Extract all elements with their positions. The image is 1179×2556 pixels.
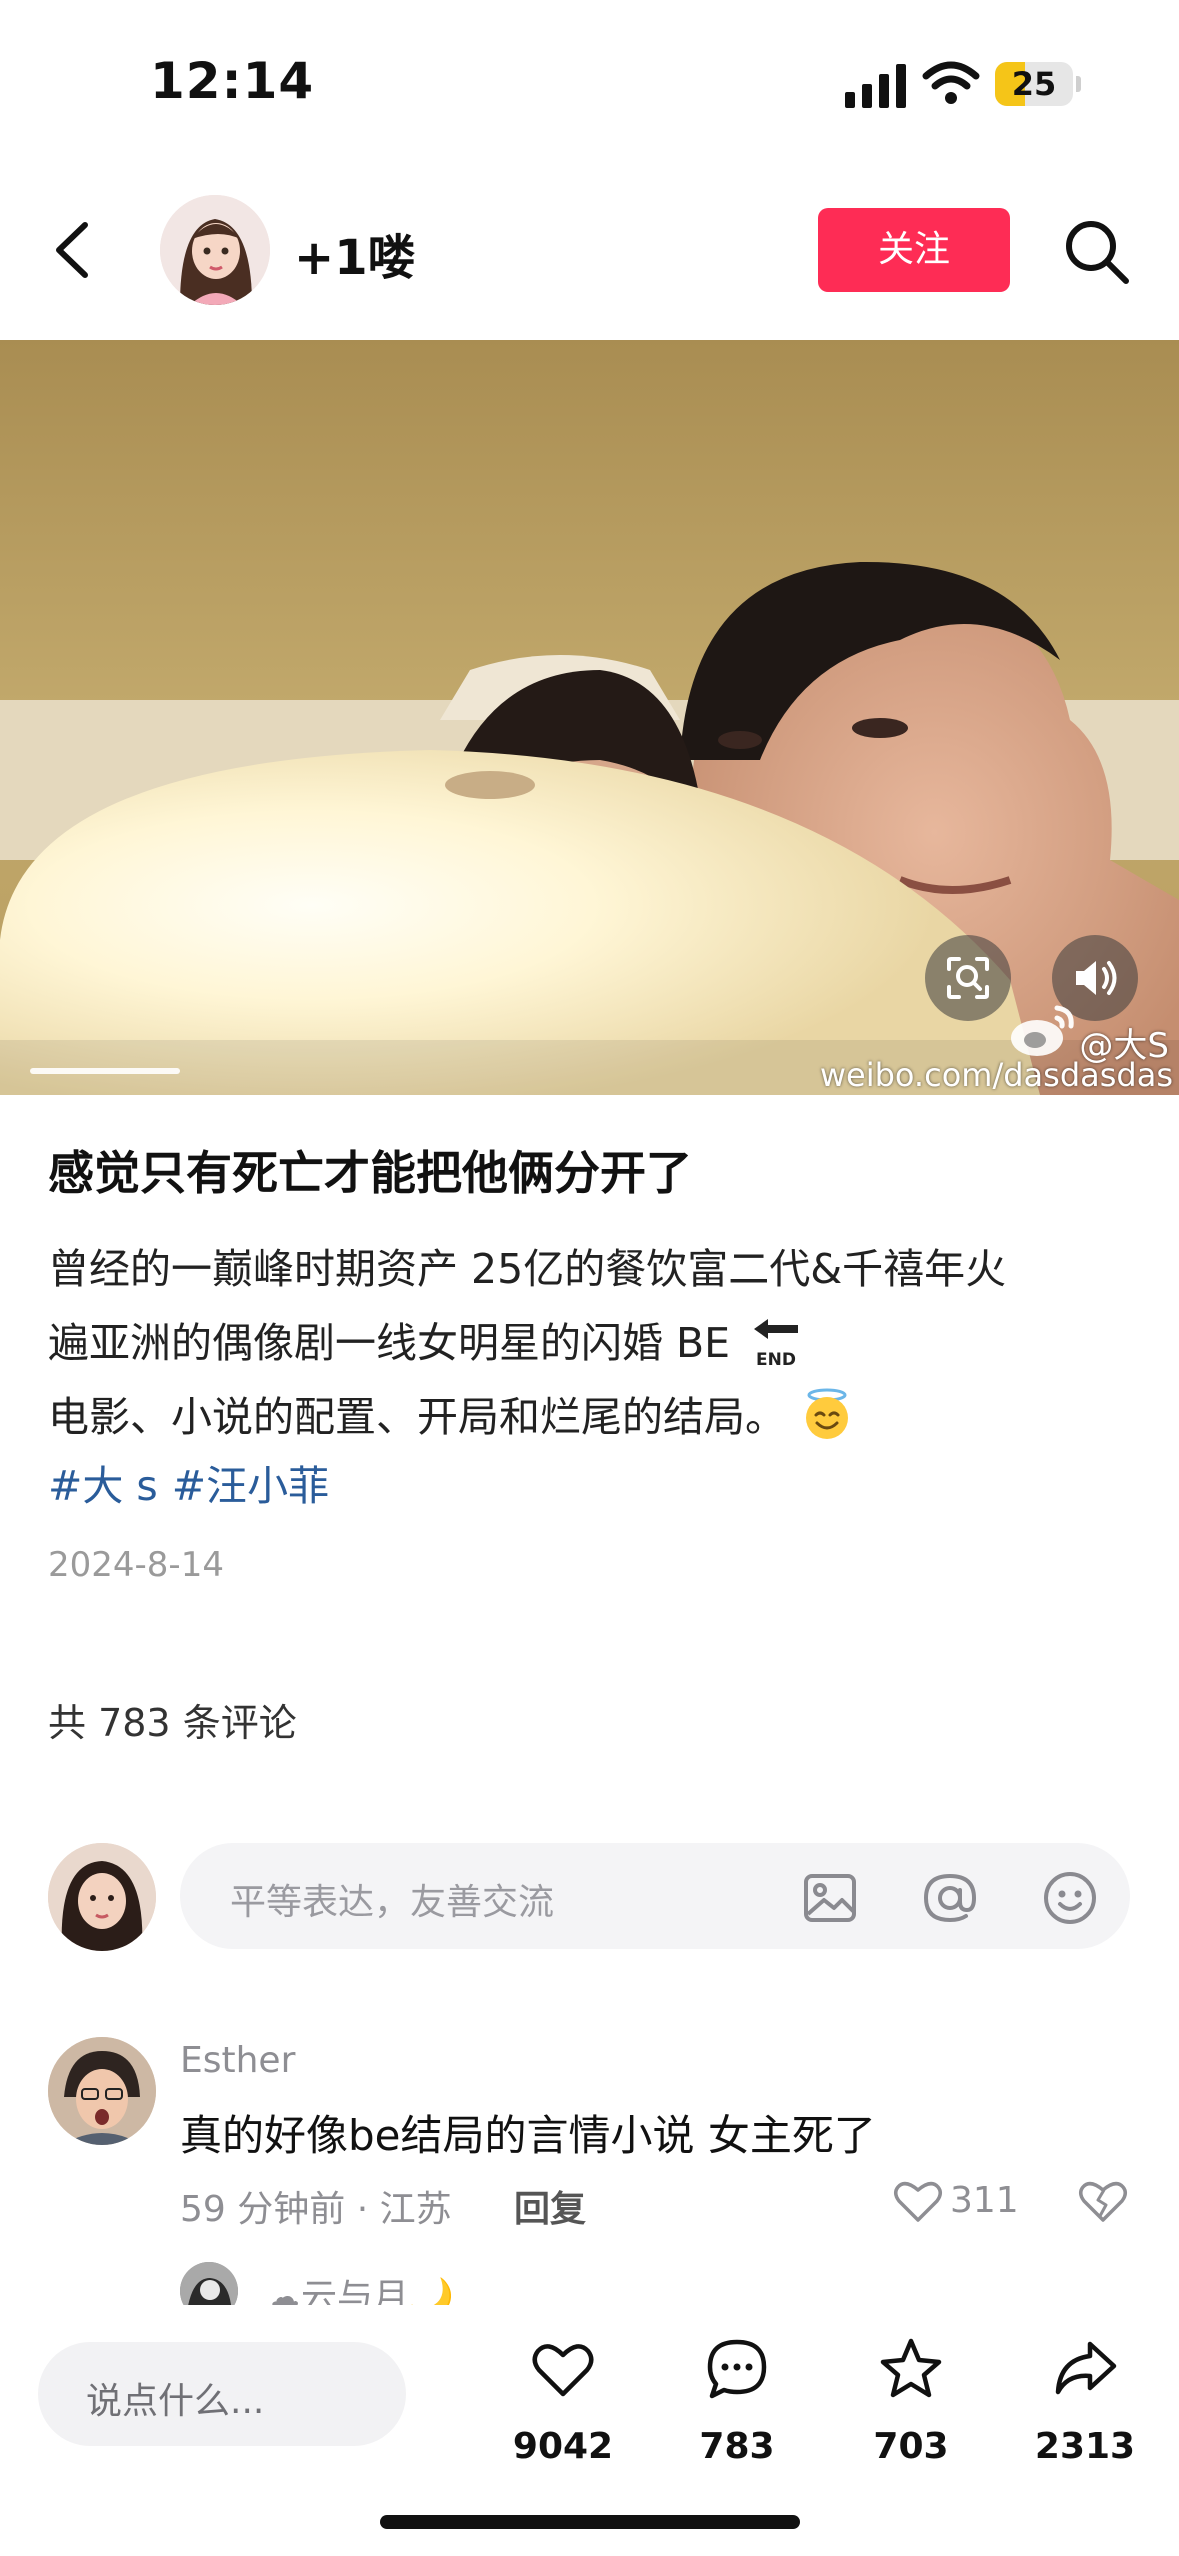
- lens-button[interactable]: [925, 935, 1011, 1021]
- battery-level: 25: [1011, 65, 1057, 103]
- commenter-avatar[interactable]: [48, 2037, 156, 2145]
- video-progress[interactable]: [30, 1068, 180, 1074]
- comment-icon: [707, 2339, 767, 2399]
- end-arrow-icon: END: [754, 1319, 799, 1370]
- end-badge-label: END: [756, 1350, 796, 1370]
- post-header: +1喽 关注: [0, 170, 1179, 340]
- favorite-action[interactable]: 703: [836, 2328, 986, 2488]
- like-action[interactable]: 9042: [488, 2328, 638, 2488]
- post-body-text: 电影、小说的配置、开局和烂尾的结局。: [48, 1393, 786, 1441]
- tag-link[interactable]: #汪小菲: [172, 1462, 329, 1510]
- my-avatar-image: [48, 1843, 156, 1951]
- comment-action[interactable]: 783: [662, 2328, 812, 2488]
- post-date: 2024-8-14: [48, 1545, 224, 1585]
- status-bar: 12:14 25: [0, 0, 1179, 170]
- post-video[interactable]: @大S weibo.com/dasdasdas: [0, 340, 1179, 1095]
- weibo-logo-icon: [1011, 1005, 1074, 1056]
- say-something-input[interactable]: 说点什么...: [38, 2342, 406, 2446]
- post-body-text: 遍亚洲的偶像剧一线女明星的闪婚 BE: [48, 1319, 731, 1367]
- status-time: 12:14: [150, 52, 315, 110]
- say-something-placeholder: 说点什么...: [86, 2381, 265, 2422]
- share-action[interactable]: 2313: [1010, 2328, 1160, 2488]
- star-icon: [880, 2338, 942, 2398]
- follow-button[interactable]: 关注: [818, 208, 1010, 292]
- commenter-name[interactable]: Esther: [180, 2040, 295, 2081]
- home-indicator[interactable]: [380, 2515, 800, 2529]
- at-icon[interactable]: [920, 1868, 980, 1928]
- share-count: 2313: [1034, 2426, 1136, 2467]
- post-body-line: 电影、小说的配置、开局和烂尾的结局。: [48, 1380, 1138, 1454]
- commenter-avatar-image: [48, 2037, 156, 2145]
- back-arrow-icon[interactable]: [45, 215, 105, 285]
- cellular-signal-icon: [845, 64, 906, 108]
- emoji-icon[interactable]: [1040, 1868, 1100, 1928]
- lens-icon: [947, 957, 989, 999]
- post-title: 感觉只有死亡才能把他俩分开了: [48, 1146, 692, 1200]
- comment-text: 真的好像be结局的言情小说 女主死了: [180, 2111, 876, 2160]
- broken-heart-icon[interactable]: [1078, 2178, 1128, 2224]
- halo-smile-emoji-icon: [806, 1388, 848, 1439]
- battery-indicator: 25: [995, 62, 1073, 106]
- post-body-line: 曾经的一巅峰时期资产 25亿的餐饮富二代&千禧年火: [48, 1245, 1007, 1293]
- comment-input-placeholder: 平等表达，友善交流: [230, 1882, 555, 1923]
- share-icon: [1055, 2341, 1117, 2395]
- comment-meta: 59 分钟前 · 江苏: [180, 2189, 452, 2230]
- comment-total-count: 783: [699, 2426, 775, 2467]
- wifi-icon: [922, 61, 980, 104]
- favorite-count: 703: [873, 2426, 949, 2467]
- author-name[interactable]: +1喽: [294, 218, 416, 288]
- post-body-line: 遍亚洲的偶像剧一线女明星的闪婚 BE END: [48, 1306, 1138, 1380]
- search-icon[interactable]: [1060, 215, 1132, 287]
- reply-button[interactable]: 回复: [514, 2180, 586, 2232]
- comment-input[interactable]: 平等表达，友善交流: [180, 1843, 1130, 1949]
- image-icon[interactable]: [800, 1868, 860, 1928]
- heart-icon: [532, 2344, 594, 2397]
- watermark-site: weibo.com/dasdasdas: [819, 1056, 1173, 1094]
- like-count: 9042: [512, 2426, 614, 2467]
- battery-tip: [1076, 76, 1081, 92]
- comment-count: 共 783 条评论: [48, 1701, 297, 1745]
- my-avatar: [48, 1843, 156, 1951]
- comment-like-count: 311: [950, 2180, 1019, 2221]
- tag-link[interactable]: #大 s: [48, 1462, 158, 1510]
- post-tags: #大 s #汪小菲: [48, 1452, 343, 1512]
- post-body: 曾经的一巅峰时期资产 25亿的餐饮富二代&千禧年火 遍亚洲的偶像剧一线女明星的闪…: [48, 1232, 1138, 1454]
- heart-icon[interactable]: [893, 2178, 943, 2224]
- author-avatar[interactable]: [160, 195, 270, 305]
- author-avatar-image: [160, 195, 270, 305]
